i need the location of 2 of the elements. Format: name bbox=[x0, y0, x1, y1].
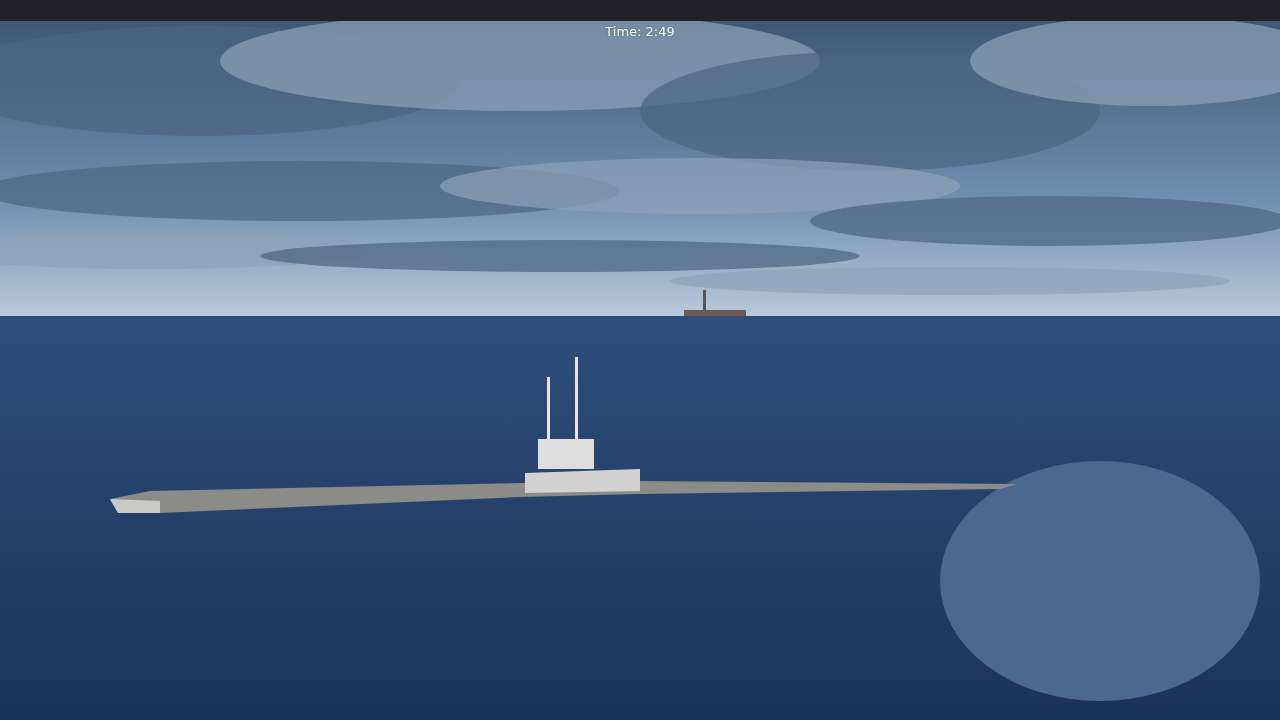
time-label: Time: 2:49 bbox=[605, 24, 675, 39]
ship-drawing bbox=[684, 290, 746, 316]
